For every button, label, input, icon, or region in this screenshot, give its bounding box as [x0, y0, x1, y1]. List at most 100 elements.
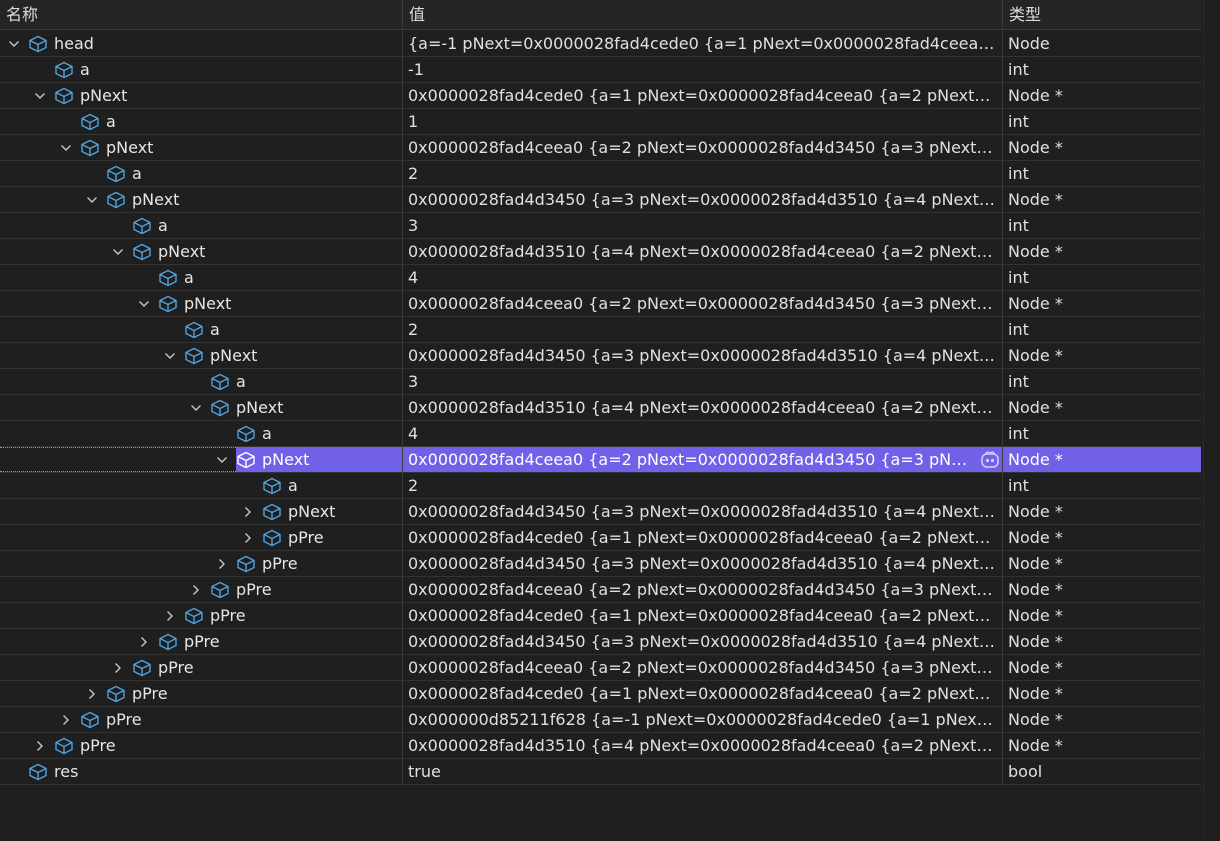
variable-value[interactable]: true — [403, 759, 1003, 784]
watch-row-name-cell[interactable]: pNext — [0, 83, 403, 108]
watch-row-name-cell[interactable]: pPre — [0, 629, 403, 654]
watch-row-name-cell[interactable]: pNext — [0, 187, 403, 212]
watch-row-name-cell[interactable]: res — [0, 759, 403, 784]
variable-value[interactable]: 0x0000028fad4ceea0 {a=2 pNext=0x0000028f… — [403, 577, 1003, 602]
watch-row[interactable]: a 2 int — [0, 161, 1201, 187]
watch-row-name-cell[interactable]: a — [0, 317, 403, 342]
variable-value[interactable]: 0x0000028fad4ceea0 {a=2 pNext=0x0000028f… — [403, 291, 1003, 316]
chevron-right-icon[interactable] — [188, 582, 204, 598]
column-header-value[interactable]: 值 — [403, 0, 1003, 30]
watch-row[interactable]: a 1 int — [0, 109, 1201, 135]
watch-row-name-cell[interactable]: pPre — [0, 681, 403, 706]
variable-value[interactable]: 4 — [403, 265, 1003, 290]
variable-value[interactable]: 0x000000d85211f628 {a=-1 pNext=0x0000028… — [403, 707, 1003, 732]
variable-value[interactable]: 0x0000028fad4d3510 {a=4 pNext=0x0000028f… — [403, 239, 1003, 264]
watch-row-name-cell[interactable]: a — [0, 421, 403, 446]
chevron-down-icon[interactable] — [188, 400, 204, 416]
column-header-name[interactable]: 名称 — [0, 0, 403, 30]
watch-row-name-cell[interactable]: pNext — [0, 343, 403, 368]
watch-row-name-cell[interactable]: pPre — [0, 733, 403, 758]
watch-row[interactable]: head {a=-1 pNext=0x0000028fad4cede0 {a=1 … — [0, 31, 1201, 57]
watch-row[interactable]: pNext 0x0000028fad4cede0 {a=1 pNext=0x000… — [0, 83, 1201, 109]
variable-value[interactable]: 0x0000028fad4d3450 {a=3 pNext=0x0000028f… — [403, 499, 1003, 524]
variable-value[interactable]: {a=-1 pNext=0x0000028fad4cede0 {a=1 pNex… — [403, 31, 1003, 56]
watch-row[interactable]: pPre 0x0000028fad4d3450 {a=3 pNext=0x0000… — [0, 551, 1201, 577]
watch-row-name-cell[interactable]: pNext — [0, 499, 403, 524]
variable-value[interactable]: 0x0000028fad4d3450 {a=3 pNext=0x0000028f… — [403, 551, 1003, 576]
watch-row-name-cell[interactable]: a — [0, 57, 403, 82]
chevron-down-icon[interactable] — [58, 140, 74, 156]
watch-row-name-cell[interactable]: pPre — [0, 577, 403, 602]
variable-value[interactable]: 0x0000028fad4ceea0 {a=2 pNext=0x0000028f… — [403, 447, 1003, 472]
watch-row-name-cell[interactable]: pPre — [0, 655, 403, 680]
variable-value[interactable]: 0x0000028fad4ceea0 {a=2 pNext=0x0000028f… — [403, 655, 1003, 680]
watch-row[interactable]: pNext 0x0000028fad4d3450 {a=3 pNext=0x000… — [0, 499, 1201, 525]
variable-value[interactable]: 2 — [403, 317, 1003, 342]
chevron-down-icon[interactable] — [32, 88, 48, 104]
watch-row-name-cell[interactable]: a — [0, 265, 403, 290]
chevron-right-icon[interactable] — [136, 634, 152, 650]
chevron-right-icon[interactable] — [240, 504, 256, 520]
watch-row[interactable]: pNext 0x0000028fad4d3450 {a=3 pNext=0x000… — [0, 343, 1201, 369]
variable-value[interactable]: 3 — [403, 213, 1003, 238]
watch-row[interactable]: pPre 0x0000028fad4cede0 {a=1 pNext=0x0000… — [0, 681, 1201, 707]
watch-row[interactable]: a 2 int — [0, 317, 1201, 343]
watch-row[interactable]: pNext 0x0000028fad4ceea0 {a=2 pNext=0x000… — [0, 135, 1201, 161]
variable-value[interactable]: 0x0000028fad4d3510 {a=4 pNext=0x0000028f… — [403, 395, 1003, 420]
watch-row-name-cell[interactable]: pPre — [0, 603, 403, 628]
watch-row[interactable]: pPre 0x0000028fad4ceea0 {a=2 pNext=0x0000… — [0, 655, 1201, 681]
variable-value[interactable]: 0x0000028fad4ceea0 {a=2 pNext=0x0000028f… — [403, 135, 1003, 160]
watch-row[interactable]: a -1 int — [0, 57, 1201, 83]
watch-row-name-cell[interactable]: pPre — [0, 551, 403, 576]
variable-value[interactable]: 3 — [403, 369, 1003, 394]
variable-value[interactable]: 0x0000028fad4cede0 {a=1 pNext=0x0000028f… — [403, 83, 1003, 108]
column-header-type[interactable]: 类型 — [1003, 0, 1201, 30]
chevron-right-icon[interactable] — [214, 556, 230, 572]
variable-value[interactable]: 0x0000028fad4d3450 {a=3 pNext=0x0000028f… — [403, 187, 1003, 212]
watch-row[interactable]: pPre 0x000000d85211f628 {a=-1 pNext=0x000… — [0, 707, 1201, 733]
watch-row[interactable]: a 4 int — [0, 265, 1201, 291]
watch-row-name-cell[interactable]: a — [0, 109, 403, 134]
watch-row[interactable]: pPre 0x0000028fad4cede0 {a=1 pNext=0x0000… — [0, 525, 1201, 551]
watch-row[interactable]: pNext 0x0000028fad4ceea0 {a=2 pNext=0x000… — [0, 447, 1201, 473]
watch-row[interactable]: pNext 0x0000028fad4d3510 {a=4 pNext=0x000… — [0, 239, 1201, 265]
chevron-down-icon[interactable] — [6, 36, 22, 52]
watch-row-name-cell[interactable]: pNext — [0, 395, 403, 420]
chevron-right-icon[interactable] — [58, 712, 74, 728]
watch-row-name-cell[interactable]: pPre — [0, 707, 403, 732]
watch-row[interactable]: pPre 0x0000028fad4d3450 {a=3 pNext=0x0000… — [0, 629, 1201, 655]
watch-row[interactable]: a 3 int — [0, 369, 1201, 395]
watch-row-name-cell[interactable]: pNext — [0, 239, 403, 264]
watch-row[interactable]: pPre 0x0000028fad4cede0 {a=1 pNext=0x0000… — [0, 603, 1201, 629]
watch-row[interactable]: pPre 0x0000028fad4d3510 {a=4 pNext=0x0000… — [0, 733, 1201, 759]
variable-value[interactable]: 0x0000028fad4d3450 {a=3 pNext=0x0000028f… — [403, 629, 1003, 654]
watch-row[interactable]: pNext 0x0000028fad4ceea0 {a=2 pNext=0x000… — [0, 291, 1201, 317]
chevron-right-icon[interactable] — [240, 530, 256, 546]
variable-value[interactable]: 2 — [403, 161, 1003, 186]
watch-row-name-cell[interactable]: pNext — [0, 447, 403, 472]
watch-row[interactable]: a 3 int — [0, 213, 1201, 239]
watch-row[interactable]: a 4 int — [0, 421, 1201, 447]
chevron-right-icon[interactable] — [84, 686, 100, 702]
variable-value[interactable]: 0x0000028fad4cede0 {a=1 pNext=0x0000028f… — [403, 525, 1003, 550]
chevron-down-icon[interactable] — [162, 348, 178, 364]
variable-value[interactable]: 0x0000028fad4d3510 {a=4 pNext=0x0000028f… — [403, 733, 1003, 758]
watch-row[interactable]: a 2 int — [0, 473, 1201, 499]
watch-row[interactable]: res true bool — [0, 759, 1201, 785]
copilot-icon[interactable] — [980, 450, 1000, 470]
chevron-right-icon[interactable] — [110, 660, 126, 676]
variable-value[interactable]: 1 — [403, 109, 1003, 134]
watch-row[interactable]: pPre 0x0000028fad4ceea0 {a=2 pNext=0x0000… — [0, 577, 1201, 603]
watch-row-name-cell[interactable]: pNext — [0, 291, 403, 316]
variable-value[interactable]: 4 — [403, 421, 1003, 446]
watch-row-name-cell[interactable]: a — [0, 473, 403, 498]
chevron-down-icon[interactable] — [110, 244, 126, 260]
variable-value[interactable]: 2 — [403, 473, 1003, 498]
chevron-down-icon[interactable] — [136, 296, 152, 312]
watch-row-name-cell[interactable]: pPre — [0, 525, 403, 550]
watch-row[interactable]: pNext 0x0000028fad4d3510 {a=4 pNext=0x000… — [0, 395, 1201, 421]
watch-row[interactable]: pNext 0x0000028fad4d3450 {a=3 pNext=0x000… — [0, 187, 1201, 213]
watch-row-name-cell[interactable]: head — [0, 31, 403, 56]
variable-value[interactable]: 0x0000028fad4cede0 {a=1 pNext=0x0000028f… — [403, 681, 1003, 706]
chevron-down-icon[interactable] — [84, 192, 100, 208]
